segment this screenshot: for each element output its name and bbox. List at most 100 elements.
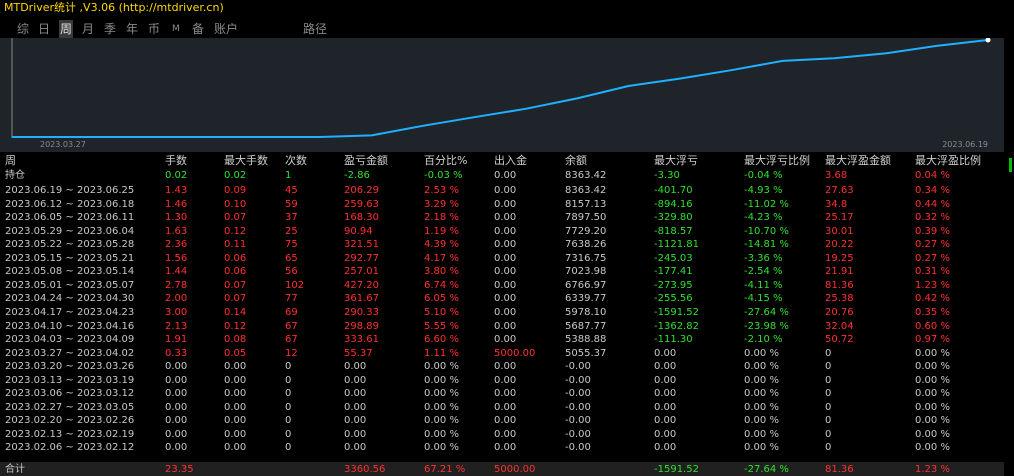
cell-max-lots: 0.07 — [224, 279, 247, 291]
tab-10[interactable]: 路径 — [302, 20, 328, 38]
cell-max-loss-pct: -2.10 % — [744, 334, 783, 346]
cell-period: 持仓 — [5, 170, 25, 181]
cell-pnl: 427.20 — [344, 279, 379, 291]
cell-balance: -0.00 — [565, 401, 591, 413]
table-row[interactable]: 2023.02.27 ~ 2023.03.05 0.00 0.00 0 0.00 0.00… — [0, 401, 1004, 414]
table-row[interactable]: 2023.06.12 ~ 2023.06.18 1.46 0.10 59 259.63 3… — [0, 198, 1004, 211]
cell-flow: 0.00 — [494, 225, 517, 237]
header-period[interactable]: 周 — [5, 154, 16, 168]
table-row[interactable]: 2023.02.20 ~ 2023.02.26 0.00 0.00 0 0.00 0.00… — [0, 414, 1004, 427]
cell-period: 2023.04.03 ~ 2023.04.09 — [5, 334, 135, 346]
cell-count: 0 — [285, 361, 292, 373]
cell-max-profit-pct: 0.00 % — [915, 401, 950, 413]
table-row[interactable]: 2023.05.29 ~ 2023.06.04 1.63 0.12 25 90.94 1.… — [0, 225, 1004, 238]
table-row[interactable]: 2023.04.17 ~ 2023.04.23 3.00 0.14 69 290.33 5… — [0, 306, 1004, 319]
cell-max-loss-pct: -23.98 % — [744, 320, 789, 332]
tab-3[interactable]: 月 — [81, 20, 95, 38]
header-count[interactable]: 次数 — [285, 154, 307, 168]
cell-lots: 23.35 — [165, 464, 194, 475]
total-row[interactable]: 合计 23.35 3360.56 67.21 % 5000.00 -1591.52 -27.… — [0, 463, 1004, 476]
cell-balance: 8157.13 — [565, 198, 607, 210]
cell-period: 2023.03.20 ~ 2023.03.26 — [5, 361, 135, 373]
tab-2[interactable]: 周 — [59, 20, 74, 38]
cell-flow: 0.00 — [494, 293, 517, 305]
header-max-profit[interactable]: 最大浮盈金额 — [825, 154, 891, 168]
cell-balance: -0.00 — [565, 361, 591, 373]
header-max-loss-pct[interactable]: 最大浮亏比例 — [744, 154, 810, 168]
table-row[interactable]: 2023.06.05 ~ 2023.06.11 1.30 0.07 37 168.30 2… — [0, 211, 1004, 224]
table-row[interactable]: 2023.04.10 ~ 2023.04.16 2.13 0.12 67 298.89 5… — [0, 320, 1004, 333]
tab-4[interactable]: 季 — [103, 20, 117, 38]
table-row[interactable]: 2023.03.06 ~ 2023.03.12 0.00 0.00 0 0.00 0.00… — [0, 387, 1004, 400]
cell-balance: 7023.98 — [565, 266, 607, 278]
cell-pnl: 292.77 — [344, 252, 379, 264]
cell-max-lots: 0.00 — [224, 388, 247, 400]
cell-count: 45 — [285, 185, 298, 196]
header-pct[interactable]: 百分比% — [424, 154, 467, 168]
header-max-profit-pct[interactable]: 最大浮盈比例 — [915, 154, 981, 168]
cell-max-loss-pct: -4.23 % — [744, 212, 783, 224]
cell-period: 2023.05.29 ~ 2023.06.04 — [5, 225, 135, 237]
holding-row[interactable]: 持仓 0.02 0.02 1 -2.86 -0.03 % 0.00 8363.42 -3.30 -… — [0, 169, 1004, 182]
table-row[interactable]: 2023.03.13 ~ 2023.03.19 0.00 0.00 0 0.00 0.00… — [0, 374, 1004, 387]
header-max-lots[interactable]: 最大手数 — [224, 154, 268, 168]
cell-max-profit-pct: 0.00 % — [915, 374, 950, 386]
cell-flow: 0.00 — [494, 388, 517, 400]
cell-flow: 5000.00 — [494, 464, 536, 475]
table-row[interactable]: 2023.05.01 ~ 2023.05.07 2.78 0.07 102 427.20… — [0, 279, 1004, 292]
cell-pct: 4.39 % — [424, 239, 459, 251]
header-balance[interactable]: 余额 — [565, 154, 587, 168]
table-row[interactable]: 2023.04.03 ~ 2023.04.09 1.91 0.08 67 333.61 6… — [0, 333, 1004, 346]
scroll-marker[interactable] — [1009, 158, 1012, 172]
cell-pnl: 0.00 — [344, 361, 367, 373]
cell-period: 2023.02.27 ~ 2023.03.05 — [5, 401, 135, 413]
cell-balance: 5978.10 — [565, 306, 607, 318]
tab-9[interactable]: 账户 — [213, 20, 239, 38]
header-flow[interactable]: 出入金 — [494, 154, 527, 168]
tab-0[interactable]: 综 — [16, 20, 30, 38]
table-row[interactable]: 2023.02.06 ~ 2023.02.12 0.00 0.00 0 0.00 0.00… — [0, 441, 1004, 454]
cell-pnl: 361.67 — [344, 293, 379, 305]
table-row[interactable]: 2023.05.22 ~ 2023.05.28 2.36 0.11 75 321.51 4… — [0, 238, 1004, 251]
cell-flow: 0.00 — [494, 334, 517, 346]
cell-pct: 3.80 % — [424, 266, 459, 278]
table-row[interactable]: 2023.05.15 ~ 2023.05.21 1.56 0.06 65 292.77 4… — [0, 252, 1004, 265]
cell-pct: 6.05 % — [424, 293, 459, 305]
cell-max-profit: 0 — [825, 401, 832, 413]
cell-max-lots: 0.00 — [224, 415, 247, 427]
cell-count: 1 — [285, 170, 292, 181]
tab-7[interactable]: M — [171, 20, 181, 38]
cell-max-profit: 20.22 — [825, 239, 854, 251]
cell-max-profit: 19.25 — [825, 252, 854, 264]
cell-max-profit: 25.38 — [825, 293, 854, 305]
header-lots[interactable]: 手数 — [165, 154, 187, 168]
cell-max-loss: -177.41 — [654, 266, 693, 278]
tab-1[interactable]: 日 — [37, 20, 51, 38]
cell-max-profit: 0 — [825, 415, 832, 427]
table-row[interactable]: 2023.05.08 ~ 2023.05.14 1.44 0.06 56 257.01 3… — [0, 265, 1004, 278]
cell-max-profit: 27.63 — [825, 185, 854, 196]
cell-max-loss-pct: -0.04 % — [744, 170, 783, 181]
cell-count: 59 — [285, 198, 298, 210]
table-row[interactable]: 2023.03.27 ~ 2023.04.02 0.33 0.05 12 55.37 1.… — [0, 347, 1004, 360]
cell-max-loss: -1591.52 — [654, 464, 699, 475]
tab-5[interactable]: 年 — [125, 20, 139, 38]
tab-8[interactable]: 备 — [191, 20, 205, 38]
cell-balance: 5055.37 — [565, 347, 607, 359]
cell-lots: 1.43 — [165, 185, 188, 196]
table-row[interactable]: 2023.04.24 ~ 2023.04.30 2.00 0.07 77 361.67 6… — [0, 292, 1004, 305]
cell-max-profit: 0 — [825, 428, 832, 440]
right-scroll-strip[interactable] — [1004, 0, 1014, 476]
cell-max-profit: 81.36 — [825, 464, 854, 475]
cell-period: 2023.02.13 ~ 2023.02.19 — [5, 428, 135, 440]
cell-max-loss-pct: -4.11 % — [744, 279, 783, 291]
table-row[interactable]: 2023.06.19 ~ 2023.06.25 1.43 0.09 45 206.29 2… — [0, 184, 1004, 197]
table-row[interactable]: 2023.02.13 ~ 2023.02.19 0.00 0.00 0 0.00 0.00… — [0, 428, 1004, 441]
cell-max-loss-pct: 0.00 % — [744, 388, 779, 400]
header-max-loss[interactable]: 最大浮亏 — [654, 154, 698, 168]
table-row[interactable]: 2023.03.20 ~ 2023.03.26 0.00 0.00 0 0.00 0.00… — [0, 360, 1004, 373]
cell-period: 2023.06.05 ~ 2023.06.11 — [5, 212, 135, 224]
cell-flow: 0.00 — [494, 442, 517, 454]
tab-6[interactable]: 币 — [147, 20, 161, 38]
header-pnl[interactable]: 盈亏金额 — [344, 154, 388, 168]
